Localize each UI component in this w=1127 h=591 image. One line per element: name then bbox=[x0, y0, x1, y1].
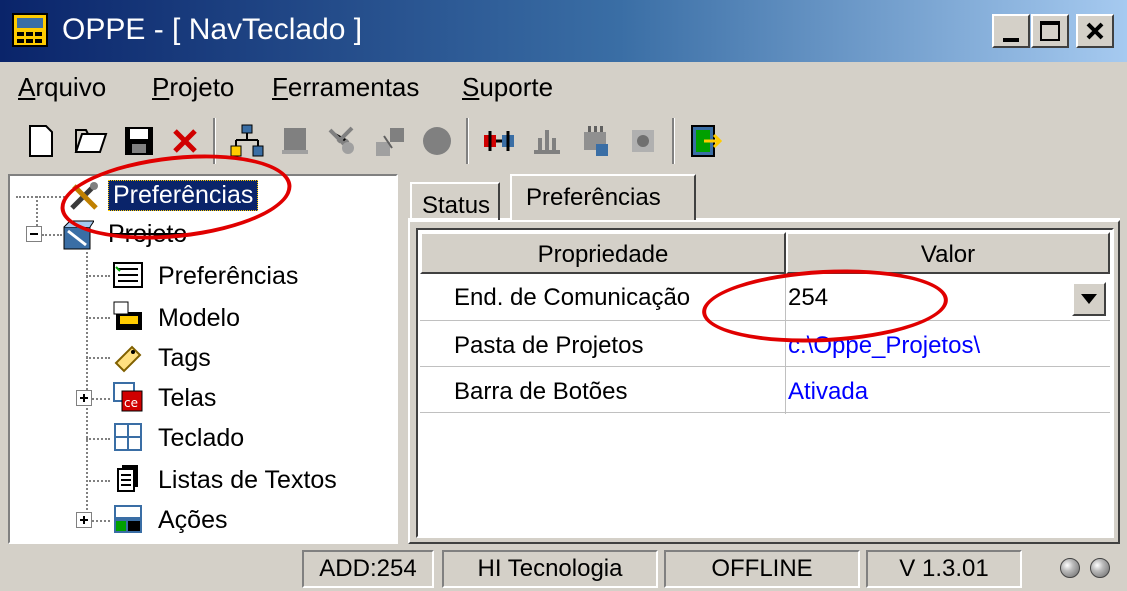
minimize-button[interactable] bbox=[992, 14, 1030, 48]
screens-icon: ce bbox=[113, 382, 143, 412]
grid-cell-prop: Barra de Botões bbox=[454, 378, 628, 405]
tree-line bbox=[86, 438, 110, 440]
tags-icon bbox=[114, 345, 142, 373]
stop-square-icon[interactable] bbox=[276, 122, 314, 160]
menu-arquivo[interactable]: Arquivo bbox=[18, 72, 106, 103]
exit-door-icon[interactable] bbox=[686, 122, 724, 160]
open-folder-icon[interactable] bbox=[72, 122, 110, 160]
expand-acoes-toggle[interactable] bbox=[76, 512, 92, 528]
maximize-button[interactable] bbox=[1031, 14, 1069, 48]
record-circle-icon[interactable] bbox=[418, 122, 456, 160]
tree-line bbox=[86, 357, 110, 359]
tree-item-modelo[interactable]: Modelo bbox=[158, 304, 240, 333]
tree-item-acoes[interactable]: Ações bbox=[158, 506, 227, 535]
tree-line bbox=[92, 398, 110, 400]
app-icon bbox=[12, 13, 48, 47]
close-icon bbox=[1086, 22, 1104, 40]
maximize-icon bbox=[1040, 21, 1060, 41]
tree-line bbox=[86, 480, 110, 482]
connect-plug-icon[interactable] bbox=[480, 122, 518, 160]
grid-row-divider bbox=[420, 366, 1110, 367]
menu-suporte[interactable]: Suporte bbox=[462, 72, 553, 103]
chevron-down-icon bbox=[1081, 294, 1097, 304]
tree-item-telas[interactable]: Telas bbox=[158, 384, 216, 413]
chip-settings-icon[interactable] bbox=[576, 122, 614, 160]
toolbar-separator bbox=[466, 118, 469, 164]
menu-ferramentas[interactable]: Ferramentas bbox=[272, 72, 419, 103]
keyboard-icon bbox=[114, 423, 142, 451]
minimize-icon bbox=[1003, 38, 1019, 42]
status-led-icon bbox=[1060, 558, 1080, 578]
tools-icon[interactable] bbox=[324, 122, 362, 160]
button-bar-value[interactable]: Ativada bbox=[788, 372, 868, 412]
model-device-icon bbox=[113, 301, 142, 330]
status-address: ADD:254 bbox=[302, 550, 434, 588]
tab-preferencias[interactable]: Preferências bbox=[510, 174, 696, 220]
tab-status[interactable]: Status bbox=[410, 182, 501, 220]
window-title: OPPE - [ NavTeclado ] bbox=[62, 13, 363, 46]
actions-icon bbox=[114, 505, 142, 533]
comm-address-dropdown-button[interactable] bbox=[1072, 282, 1106, 316]
tree-line bbox=[86, 275, 110, 277]
tree-item-listas-de-textos[interactable]: Listas de Textos bbox=[158, 466, 337, 495]
transfer-icon[interactable] bbox=[372, 122, 410, 160]
tree-line bbox=[42, 234, 62, 236]
menu-projeto[interactable]: Projeto bbox=[152, 72, 234, 103]
grid-row-divider bbox=[420, 412, 1110, 413]
status-led-icon bbox=[1090, 558, 1110, 578]
tree-line bbox=[86, 317, 110, 319]
toolbar-separator bbox=[672, 118, 675, 164]
tree-item-teclado[interactable]: Teclado bbox=[158, 424, 244, 453]
grid-cell-prop: Pasta de Projetos bbox=[454, 332, 644, 359]
column-header-propriedade[interactable]: Propriedade bbox=[420, 232, 786, 274]
tree-line bbox=[92, 520, 110, 522]
collapse-projeto-toggle[interactable] bbox=[26, 226, 42, 242]
close-button[interactable] bbox=[1076, 14, 1114, 48]
status-connection-mode: OFFLINE bbox=[664, 550, 860, 588]
preferences-list-icon bbox=[113, 262, 143, 288]
new-file-icon[interactable] bbox=[22, 122, 60, 160]
text-lists-icon bbox=[117, 465, 138, 492]
save-disk-icon[interactable] bbox=[120, 122, 158, 160]
svg-text:ce: ce bbox=[124, 396, 138, 410]
tree-item-preferencias[interactable]: Preferências bbox=[158, 262, 298, 291]
status-version: V 1.3.01 bbox=[866, 550, 1022, 588]
tree-line bbox=[16, 196, 68, 198]
network-icon[interactable] bbox=[228, 122, 266, 160]
tree-item-tags[interactable]: Tags bbox=[158, 344, 211, 373]
column-header-valor[interactable]: Valor bbox=[786, 232, 1110, 274]
chip-gear-icon[interactable] bbox=[624, 122, 662, 160]
expand-telas-toggle[interactable] bbox=[76, 390, 92, 406]
status-company: HI Tecnologia bbox=[442, 550, 658, 588]
upload-icon[interactable] bbox=[528, 122, 566, 160]
